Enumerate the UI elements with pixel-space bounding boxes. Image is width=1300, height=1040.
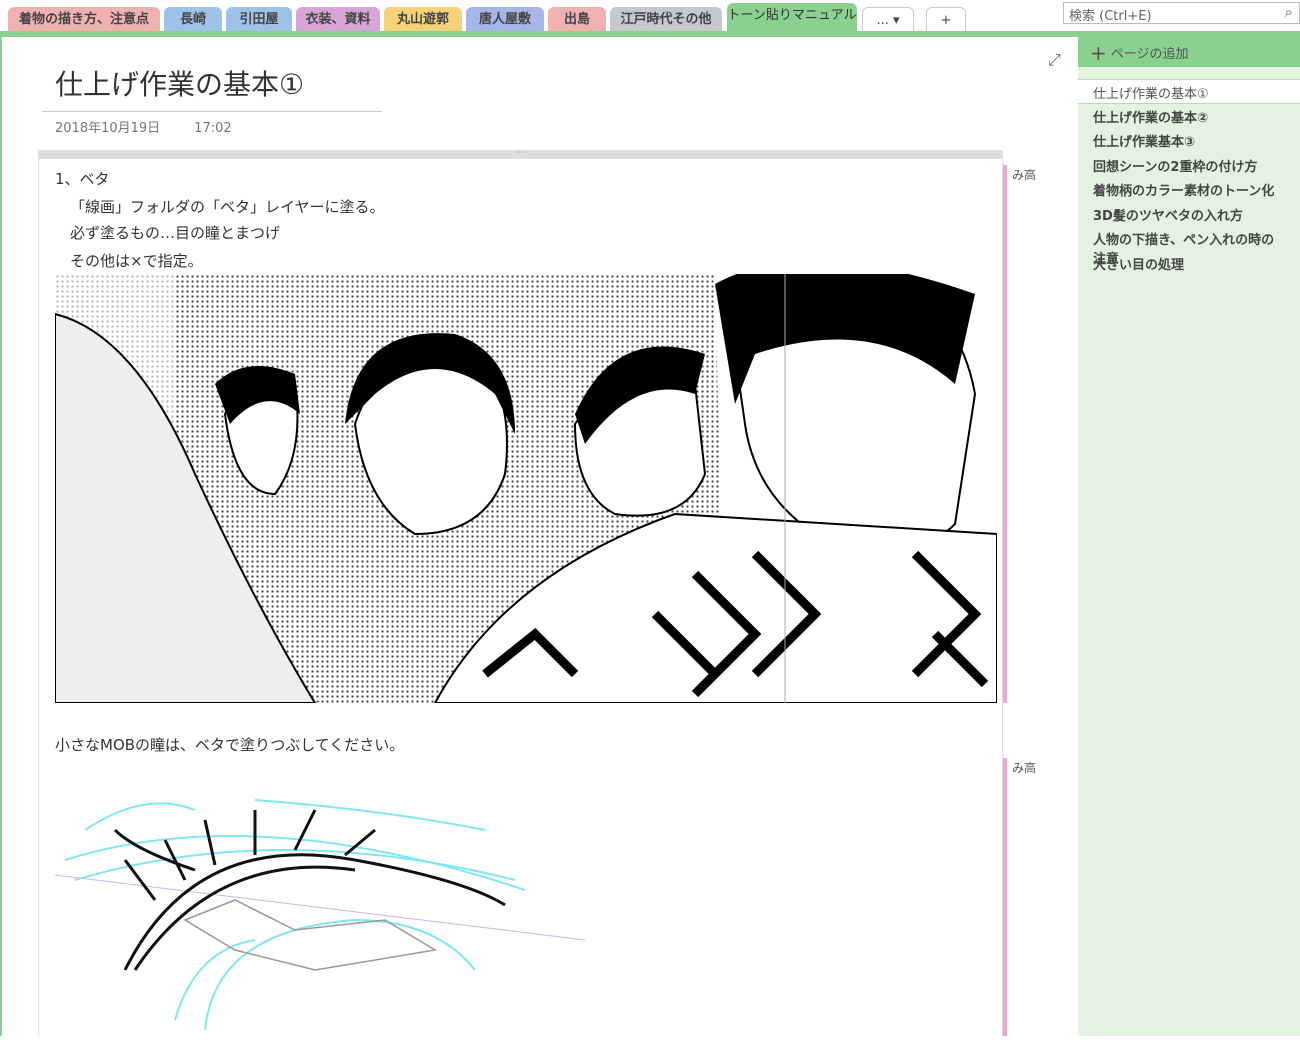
page-item[interactable]: 3D髪のツヤベタの入れ方 [1078,202,1300,227]
plus-icon: + [1090,41,1107,65]
page-item[interactable]: 回想シーンの2重枠の付け方 [1078,153,1300,178]
search-input[interactable]: 検索 (Ctrl+E) ⌕ [1063,2,1300,24]
text-line: 1、ベタ [55,170,110,188]
page-item[interactable]: 仕上げ作業基本③ [1078,128,1300,153]
page-item[interactable]: 仕上げ作業の基本① [1078,79,1300,104]
text-line: その他は×で指定。 [70,252,203,270]
eye-sketch-drawing [54,799,586,1031]
text-line: 必ず塗るもの…目の瞳とまつげ [70,224,281,242]
manga-panel-image [55,274,997,703]
page-item[interactable]: 大きい目の処理 [1078,251,1300,276]
time-text: 17:02 [194,121,232,136]
page-item[interactable]: 着物柄のカラー素材のトーン化 [1078,177,1300,202]
page-title[interactable]: 仕上げ作業の基本① [55,63,304,103]
add-page-button[interactable]: + ページの追加 [1078,37,1300,67]
container-handle[interactable]: ···· [38,149,1003,159]
expand-icon[interactable]: ⤢ [1048,50,1061,70]
tab-6[interactable]: 出島 [548,7,606,32]
page-date: 2018年10月19日 17:02 [55,117,232,136]
page-item[interactable]: 仕上げ作業の基本② [1078,104,1300,129]
text-line: 「線画」フォルダの「ベタ」レイヤーに塗る。 [70,198,385,216]
manga-illustration [55,274,997,703]
more-tabs-button[interactable]: ... ▾ [862,7,914,32]
search-icon[interactable]: ⌕ [1285,3,1293,21]
page-list-pane: + ページの追加 仕上げ作業の基本① 仕上げ作業の基本② 仕上げ作業基本③ 回想シ… [1078,37,1300,1036]
search-placeholder: 検索 (Ctrl+E) [1069,9,1152,24]
tab-0[interactable]: 着物の描き方、注意点 [8,7,160,32]
add-page-label: ページの追加 [1110,47,1189,62]
add-section-button[interactable]: + [926,7,966,32]
title-underline [42,111,382,112]
tab-1[interactable]: 長崎 [164,7,222,32]
author-tag: み高 [1012,168,1037,182]
page-item[interactable]: 人物の下描き、ペン入れの時の注意 [1078,226,1300,267]
author-bar [1003,165,1007,703]
text-line: 小さなMOBの瞳は、ベタで塗りつぶしてください。 [55,736,405,754]
tab-7[interactable]: 江戸時代その他 [610,7,722,32]
tab-5[interactable]: 唐人屋敷 [466,7,544,32]
date-text: 2018年10月19日 [55,121,161,136]
tab-3[interactable]: 衣装、資料 [296,7,380,32]
eye-sketch-image [54,770,595,1036]
page-list: 仕上げ作業の基本① 仕上げ作業の基本② 仕上げ作業基本③ 回想シーンの2重枠の付… [1078,79,1300,275]
tab-4[interactable]: 丸山遊郭 [384,7,462,32]
author-bar [1003,758,1007,1036]
author-tag: み高 [1012,761,1037,775]
tab-8[interactable]: トーン貼りマニュアル [727,3,857,32]
tab-2[interactable]: 引田屋 [226,7,292,32]
